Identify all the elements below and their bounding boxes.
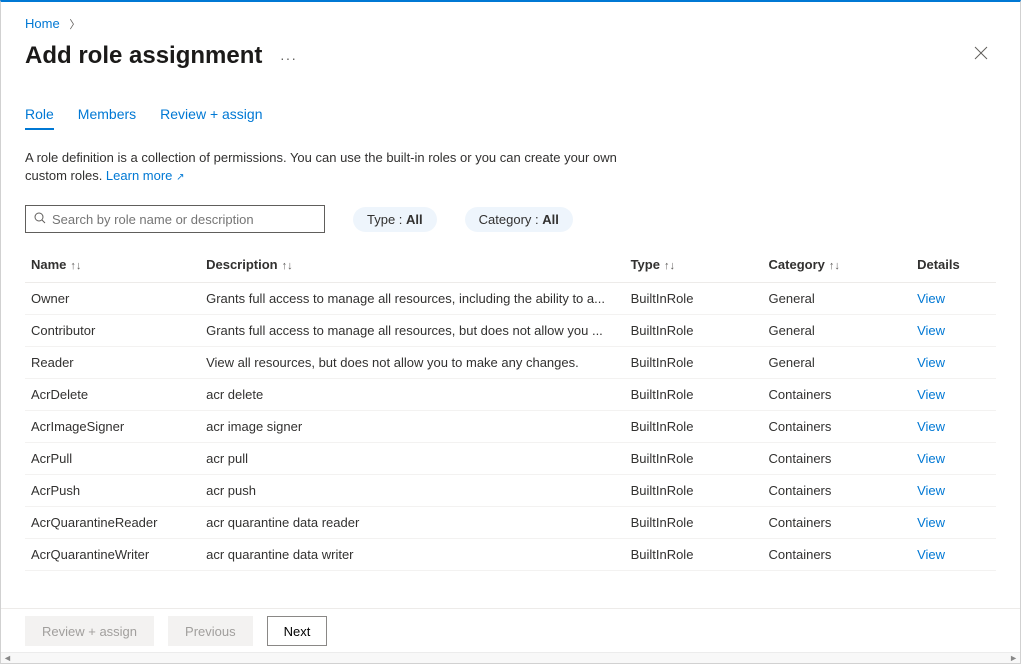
previous-button: Previous (168, 616, 253, 646)
cell-description: View all resources, but does not allow y… (200, 347, 624, 379)
table-row[interactable]: AcrImageSigneracr image signerBuiltInRol… (25, 411, 996, 443)
cell-category: Containers (763, 475, 912, 507)
view-link[interactable]: View (917, 291, 945, 306)
cell-description: acr image signer (200, 411, 624, 443)
cell-description: acr delete (200, 379, 624, 411)
cell-type: BuiltInRole (625, 379, 763, 411)
cell-category: Containers (763, 379, 912, 411)
cell-description: Grants full access to manage all resourc… (200, 315, 624, 347)
filter-category-pill[interactable]: Category : All (465, 207, 573, 232)
cell-name: Contributor (25, 315, 200, 347)
column-header-details: Details (911, 249, 996, 283)
cell-category: Containers (763, 539, 912, 571)
cell-description: acr quarantine data reader (200, 507, 624, 539)
page-title: Add role assignment (25, 42, 262, 69)
cell-category: General (763, 315, 912, 347)
tab-members[interactable]: Members (78, 102, 136, 130)
horizontal-scrollbar[interactable]: ◄ ► (1, 652, 1020, 663)
view-link[interactable]: View (917, 387, 945, 402)
cell-category: Containers (763, 411, 912, 443)
table-row[interactable]: AcrDeleteacr deleteBuiltInRoleContainers… (25, 379, 996, 411)
sort-icon: ↑↓ (664, 260, 675, 272)
table-row[interactable]: AcrQuarantineWriteracr quarantine data w… (25, 539, 996, 571)
table-row[interactable]: AcrQuarantineReaderacr quarantine data r… (25, 507, 996, 539)
view-link[interactable]: View (917, 355, 945, 370)
chevron-right-icon: 〉 (69, 19, 80, 31)
scroll-right-arrow-icon[interactable]: ► (1007, 653, 1020, 663)
sort-icon: ↑↓ (829, 260, 840, 272)
filter-type-pill[interactable]: Type : All (353, 207, 437, 232)
review-assign-button: Review + assign (25, 616, 154, 646)
cell-name: AcrDelete (25, 379, 200, 411)
search-box[interactable] (25, 205, 325, 233)
cell-type: BuiltInRole (625, 539, 763, 571)
cell-type: BuiltInRole (625, 443, 763, 475)
cell-name: AcrPull (25, 443, 200, 475)
tab-role[interactable]: Role (25, 102, 54, 130)
cell-category: Containers (763, 443, 912, 475)
cell-category: General (763, 347, 912, 379)
learn-more-link[interactable]: Learn more ↗ (106, 168, 185, 183)
next-button[interactable]: Next (267, 616, 328, 646)
cell-name: AcrImageSigner (25, 411, 200, 443)
view-link[interactable]: View (917, 451, 945, 466)
roles-table: Name↑↓ Description↑↓ Type↑↓ Category↑↓ D… (25, 249, 996, 571)
search-icon (34, 212, 46, 227)
table-row[interactable]: AcrPullacr pullBuiltInRoleContainers View (25, 443, 996, 475)
filter-category-label: Category : (479, 212, 543, 227)
table-row[interactable]: ReaderView all resources, but does not a… (25, 347, 996, 379)
header: Add role assignment ··· (1, 38, 1020, 81)
cell-name: AcrQuarantineReader (25, 507, 200, 539)
filter-type-value: All (406, 212, 423, 227)
cell-name: Reader (25, 347, 200, 379)
tab-review-assign[interactable]: Review + assign (160, 102, 262, 130)
table-row[interactable]: AcrPushacr pushBuiltInRoleContainers View (25, 475, 996, 507)
sort-icon: ↑↓ (282, 260, 293, 272)
view-link[interactable]: View (917, 547, 945, 562)
cell-name: Owner (25, 283, 200, 315)
cell-type: BuiltInRole (625, 315, 763, 347)
cell-category: General (763, 283, 912, 315)
breadcrumb: Home 〉 (1, 2, 1020, 38)
search-input[interactable] (52, 212, 316, 227)
view-link[interactable]: View (917, 323, 945, 338)
tab-bar: Role Members Review + assign (25, 102, 996, 131)
cell-name: AcrPush (25, 475, 200, 507)
view-link[interactable]: View (917, 515, 945, 530)
external-link-icon: ↗ (173, 172, 184, 183)
footer-bar: Review + assign Previous Next (1, 608, 1020, 653)
close-icon (974, 46, 988, 60)
cell-category: Containers (763, 507, 912, 539)
view-link[interactable]: View (917, 419, 945, 434)
cell-description: Grants full access to manage all resourc… (200, 283, 624, 315)
cell-name: AcrQuarantineWriter (25, 539, 200, 571)
column-header-description[interactable]: Description↑↓ (200, 249, 624, 283)
cell-type: BuiltInRole (625, 347, 763, 379)
close-button[interactable] (966, 38, 996, 73)
view-link[interactable]: View (917, 483, 945, 498)
column-header-category[interactable]: Category↑↓ (763, 249, 912, 283)
cell-description: acr pull (200, 443, 624, 475)
column-header-type[interactable]: Type↑↓ (625, 249, 763, 283)
sort-icon: ↑↓ (70, 260, 81, 272)
cell-type: BuiltInRole (625, 475, 763, 507)
column-header-name[interactable]: Name↑↓ (25, 249, 200, 283)
cell-description: acr push (200, 475, 624, 507)
filter-type-label: Type : (367, 212, 406, 227)
info-text: A role definition is a collection of per… (25, 149, 635, 185)
breadcrumb-home[interactable]: Home (25, 16, 60, 31)
table-row[interactable]: ContributorGrants full access to manage … (25, 315, 996, 347)
filter-category-value: All (542, 212, 559, 227)
scroll-left-arrow-icon[interactable]: ◄ (1, 653, 14, 663)
table-row[interactable]: OwnerGrants full access to manage all re… (25, 283, 996, 315)
cell-description: acr quarantine data writer (200, 539, 624, 571)
cell-type: BuiltInRole (625, 411, 763, 443)
more-actions-button[interactable]: ··· (280, 50, 297, 66)
cell-type: BuiltInRole (625, 507, 763, 539)
content-area: Role Members Review + assign A role defi… (1, 86, 1020, 608)
filter-row: Type : All Category : All (25, 205, 996, 233)
cell-type: BuiltInRole (625, 283, 763, 315)
